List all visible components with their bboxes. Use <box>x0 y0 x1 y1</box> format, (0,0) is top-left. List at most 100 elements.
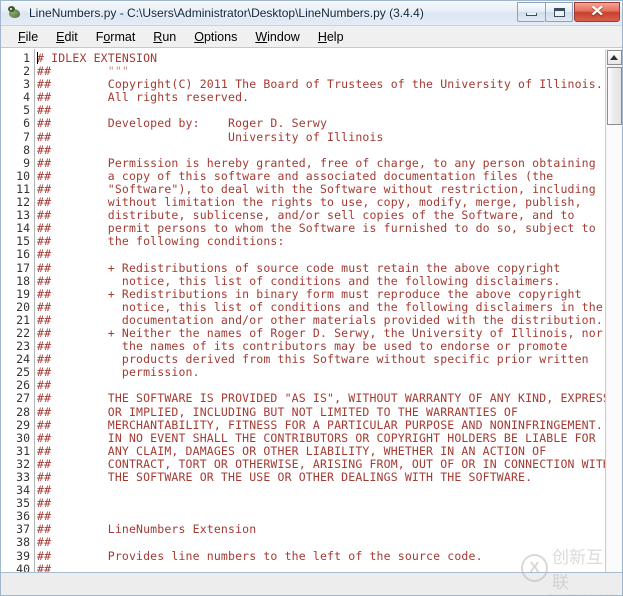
comment-marker: ## <box>37 365 52 380</box>
menu-item-file[interactable]: File <box>9 29 47 45</box>
line-number: 6 <box>23 116 30 131</box>
minimize-button[interactable] <box>517 2 545 22</box>
comment-marker: ## <box>37 443 52 458</box>
menu-accelerator: R <box>153 29 163 44</box>
menu-item-help[interactable]: Help <box>309 29 353 45</box>
text-caret <box>37 52 38 64</box>
maximize-button[interactable] <box>545 2 573 22</box>
code-line: ## THE SOFTWARE IS PROVIDED "AS IS", WIT… <box>37 391 605 406</box>
line-number: 39 <box>16 548 30 563</box>
menu-item-run[interactable]: Run <box>144 29 185 45</box>
comment-marker: ## <box>37 116 52 131</box>
code-line: ## the following conditions: <box>37 234 285 249</box>
code-line: ## ANY CLAIM, DAMAGES OR OTHER LIABILITY… <box>37 443 547 458</box>
comment-marker: ## <box>37 325 52 340</box>
comment-marker: ## <box>37 195 52 210</box>
window-title: LineNumbers.py - C:\Users\Administrator\… <box>29 6 424 20</box>
code-line: ## a copy of this software and associate… <box>37 168 554 183</box>
comment-marker: ## <box>37 129 52 144</box>
line-number-gutter: 1 2 3 4 5 6 7 8 9 10 11 12 13 14 15 16 17 18 19 20 21 22 23 24 2… <box>1 49 35 575</box>
line-number: 17 <box>16 260 30 275</box>
line-number: 19 <box>16 286 30 301</box>
comment-marker: ## <box>37 260 52 275</box>
line-number: 30 <box>16 430 30 445</box>
comment-marker: ## <box>37 561 52 572</box>
comment-marker: ## <box>37 378 52 393</box>
comment-marker: ## <box>37 181 52 196</box>
line-number: 20 <box>16 299 30 314</box>
code-line: ## THE SOFTWARE OR THE USE OR OTHER DEAL… <box>37 470 533 484</box>
title-bar[interactable]: LineNumbers.py - C:\Users\Administrator\… <box>1 1 622 26</box>
code-line: ## <box>37 561 605 572</box>
minimize-icon <box>526 13 537 16</box>
comment-marker: ## <box>37 299 52 314</box>
close-icon: ✕ <box>589 3 605 20</box>
comment-marker: ## <box>37 221 52 236</box>
comment-marker: ## <box>37 103 52 118</box>
line-number: 8 <box>23 142 30 157</box>
comment-marker: ## <box>37 483 52 498</box>
line-number: 18 <box>16 273 30 288</box>
comment-marker: ## <box>37 155 52 170</box>
comment-marker: ## <box>37 509 52 524</box>
code-line: ## <box>37 536 605 549</box>
code-line: ## permission. <box>37 365 200 380</box>
code-line: ## <box>37 248 605 261</box>
menu-item-edit[interactable]: Edit <box>47 29 87 45</box>
code-line: ## documentation and/or other materials … <box>37 312 603 327</box>
comment-marker: ## <box>37 496 52 511</box>
code-line: ## MERCHANTABILITY, FITNESS FOR A PARTIC… <box>37 417 603 432</box>
code-line: ## + Redistributions in binary form must… <box>37 286 582 301</box>
code-line: ## notice, this list of conditions and t… <box>37 273 561 288</box>
line-number: 7 <box>23 129 30 144</box>
editor-area: 1 2 3 4 5 6 7 8 9 10 11 12 13 14 15 16 17 18 19 20 21 22 23 24 2… <box>1 48 622 575</box>
code-line: ## IN NO EVENT SHALL THE CONTRIBUTORS OR… <box>37 430 596 445</box>
maximize-icon <box>553 7 565 17</box>
comment-marker: ## <box>37 312 52 327</box>
menu-item-window[interactable]: Window <box>246 29 308 45</box>
comment-marker: ## <box>37 168 52 183</box>
code-line: ## <box>37 497 605 510</box>
code-line: ## All rights reserved. <box>37 90 250 105</box>
code-text-area[interactable]: # IDLEX EXTENSION ## """ ## Copyright(C) 2… <box>35 49 605 572</box>
menu-item-format[interactable]: Format <box>87 29 145 45</box>
menu-item-options[interactable]: Options <box>185 29 246 45</box>
menu-accelerator: E <box>56 29 65 44</box>
comment-marker: ## <box>37 470 52 484</box>
scrollbar-track[interactable] <box>607 125 621 572</box>
code-line: ## LineNumbers Extension <box>37 522 257 537</box>
menu-accelerator: F <box>18 29 26 44</box>
line-number: 38 <box>16 535 30 550</box>
code-line: ## Developed by: Roger D. Serwy <box>37 116 328 131</box>
comment-marker: ## <box>37 77 52 92</box>
code-line: ## notice, this list of conditions and t… <box>37 299 603 314</box>
comment-marker: ## <box>37 404 52 419</box>
line-number: 29 <box>16 417 30 432</box>
code-line: ## <box>37 143 605 157</box>
triple-quote: """ <box>51 64 129 79</box>
comment-marker: ## <box>37 391 52 406</box>
line-number: 9 <box>23 155 30 170</box>
close-button[interactable]: ✕ <box>574 2 620 22</box>
triangle-up-icon <box>610 55 618 60</box>
window-controls: ✕ <box>517 2 620 23</box>
comment-marker: ## <box>37 64 52 79</box>
code-line: ## Permission is hereby granted, free of… <box>37 155 596 170</box>
comment-marker: ## <box>37 456 52 471</box>
comment-marker: ## <box>37 522 52 537</box>
comment-marker: ## <box>37 352 52 367</box>
line-number: 28 <box>16 404 30 419</box>
comment-marker: ## <box>37 535 52 550</box>
comment-marker: ## <box>37 548 52 563</box>
menu-accelerator: o <box>103 29 111 44</box>
scroll-up-button[interactable] <box>606 50 622 65</box>
comment-marker: ## <box>37 234 52 249</box>
comment-marker: ## <box>37 90 52 105</box>
vertical-scrollbar[interactable] <box>605 49 622 572</box>
menu-bar: File Edit Format Run Options Window Help <box>1 26 622 48</box>
code-line: ## OR IMPLIED, INCLUDING BUT NOT LIMITED… <box>37 404 519 419</box>
status-bar <box>1 572 622 595</box>
line-number: 16 <box>16 247 30 262</box>
comment-marker: ## <box>37 286 52 301</box>
scrollbar-thumb[interactable] <box>607 67 622 125</box>
